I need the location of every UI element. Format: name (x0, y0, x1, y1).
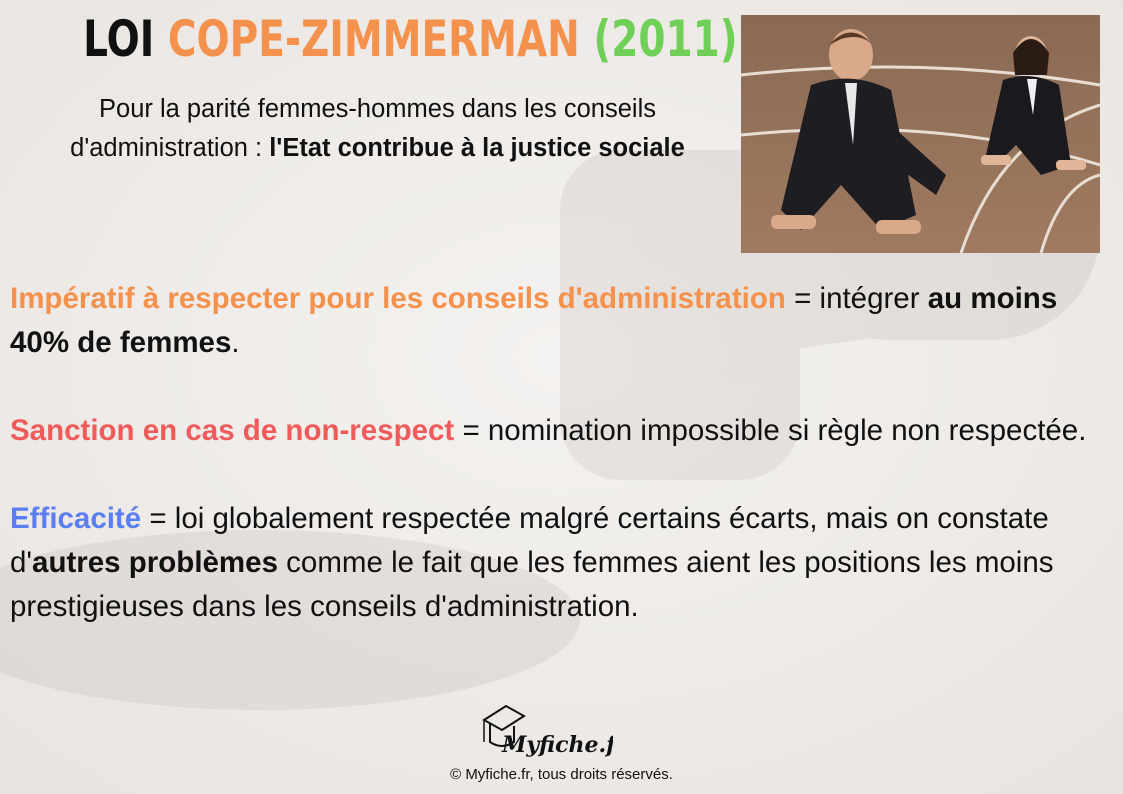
subtitle-emphasis: l'Etat contribue à la justice sociale (269, 134, 685, 162)
sanction-text: = nomination impossible si règle non res… (454, 414, 1087, 447)
sanction-paragraph: Sanction en cas de non-respect = nominat… (10, 409, 1110, 453)
title-law-name: COPE-ZIMMERMAN (167, 10, 580, 68)
main-content: Impératif à respecter pour les conseils … (10, 277, 1110, 673)
efficacite-keyword: Efficacité (10, 502, 142, 535)
subtitle-line1: Pour la parité femmes-hommes dans les co… (99, 95, 656, 123)
page-title: LOI COPE-ZIMMERMAN (2011) (83, 4, 737, 74)
myfiche-logo: Myfiche.fr (478, 702, 629, 762)
imperatif-keyword: Impératif à respecter pour les conseils … (10, 282, 786, 315)
subtitle: Pour la parité femmes-hommes dans les co… (30, 90, 725, 168)
imperatif-text: = intégrer (785, 282, 928, 315)
imperatif-paragraph: Impératif à respecter pour les conseils … (10, 277, 1110, 365)
efficacite-paragraph: Efficacité = loi globalement respectée m… (10, 497, 1110, 629)
subtitle-line2: d'administration : (70, 134, 270, 162)
business-people-starting-line-photo (741, 15, 1100, 253)
copyright-footer: © Myfiche.fr, tous droits réservés. (450, 766, 673, 783)
title-loi: LOI (83, 10, 155, 68)
title-year: (2011) (593, 10, 738, 68)
efficacite-bold: autres problèmes (32, 546, 278, 579)
imperatif-end: . (231, 326, 240, 359)
sanction-keyword: Sanction en cas de non-respect (10, 414, 455, 447)
logo-text: Myfiche.fr (501, 732, 613, 758)
